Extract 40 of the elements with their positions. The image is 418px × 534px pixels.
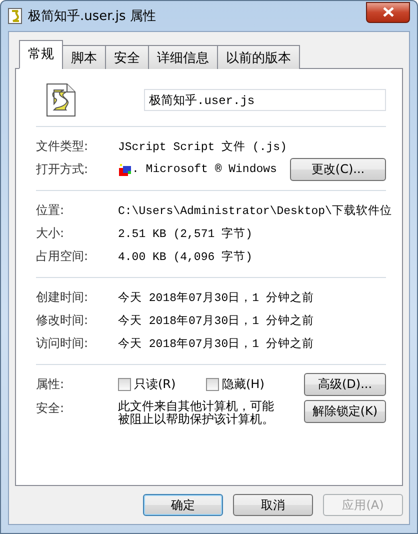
- field-label: 属性:: [36, 376, 66, 393]
- window-title: 极简知乎.user.js 属性: [28, 8, 157, 25]
- dialog-button[interactable]: 确定: [143, 494, 223, 516]
- field-value: 4.00 KB (4,096 字节): [118, 249, 252, 264]
- checkbox[interactable]: [206, 378, 219, 391]
- tab[interactable]: 脚本: [62, 45, 106, 69]
- field-label: 占用空间:: [36, 248, 90, 265]
- close-icon: [382, 7, 394, 17]
- file-name-field[interactable]: 极简知乎.user.js: [144, 89, 386, 111]
- security-note: 此文件来自其他计算机，可能被阻止以帮助保护该计算机。: [118, 400, 275, 426]
- field-label: 大小:: [36, 225, 66, 242]
- field-value: . Microsoft ® Windows: [132, 163, 278, 176]
- tab[interactable]: 以前的版本: [217, 45, 300, 69]
- checkbox[interactable]: [118, 378, 131, 391]
- app-icon: [118, 162, 132, 176]
- field-value: 今天 2018年07月30日，1 分钟之前: [118, 336, 314, 351]
- field-value: 2.51 KB (2,571 字节): [118, 226, 252, 241]
- script-file-icon: [8, 8, 22, 24]
- field-label: 位置:: [36, 202, 66, 219]
- field-label: 访问时间:: [36, 335, 90, 352]
- field-value: 今天 2018年07月30日，1 分钟之前: [118, 290, 314, 305]
- field-label: 安全:: [36, 400, 66, 417]
- field-label: 修改时间:: [36, 312, 90, 329]
- checkbox-label[interactable]: 只读(R): [134, 376, 176, 393]
- field-value: C:\Users\Administrator\Desktop\下载软件位: [118, 204, 392, 218]
- script-file-icon: [46, 83, 76, 117]
- close-button[interactable]: [366, 2, 410, 22]
- field-value: 今天 2018年07月30日，1 分钟之前: [118, 313, 314, 328]
- field-label: 打开方式:: [36, 161, 90, 178]
- field-value: JScript Script 文件 (.js): [118, 140, 287, 154]
- tab[interactable]: 安全: [105, 45, 149, 69]
- tab[interactable]: 常规: [19, 40, 63, 69]
- tab[interactable]: 详细信息: [148, 45, 218, 69]
- unblock-button[interactable]: 解除锁定(K): [304, 400, 386, 423]
- dialog-button[interactable]: 取消: [233, 494, 313, 516]
- checkbox-label[interactable]: 隐藏(H): [222, 376, 264, 393]
- change-button[interactable]: 更改(C)...: [290, 158, 386, 181]
- advanced-button[interactable]: 高级(D)...: [304, 373, 386, 396]
- field-label: 创建时间:: [36, 289, 90, 306]
- field-label: 文件类型:: [36, 138, 90, 155]
